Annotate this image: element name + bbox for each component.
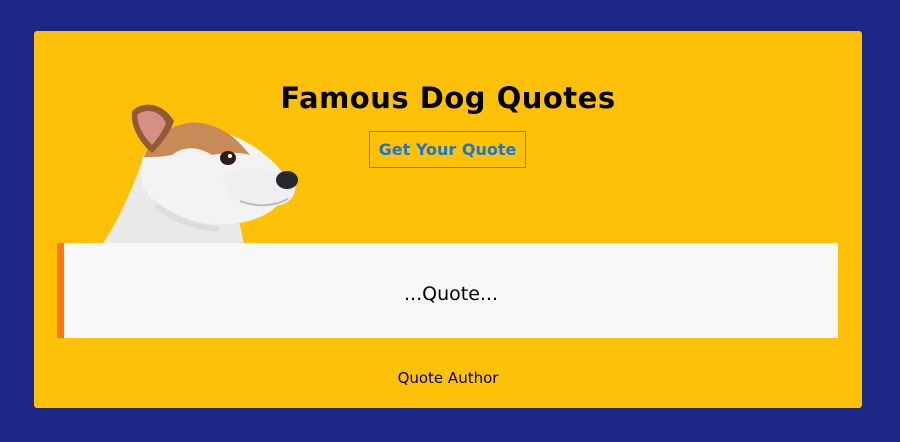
get-quote-button[interactable]: Get Your Quote	[369, 131, 526, 168]
quote-card: Famous Dog Quotes Get Your Quote ...Quot…	[34, 31, 862, 408]
quote-text: ...Quote...	[404, 283, 498, 305]
quote-author: Quote Author	[397, 369, 499, 387]
quote-box: ...Quote...	[57, 243, 838, 338]
dog-image	[102, 104, 298, 245]
